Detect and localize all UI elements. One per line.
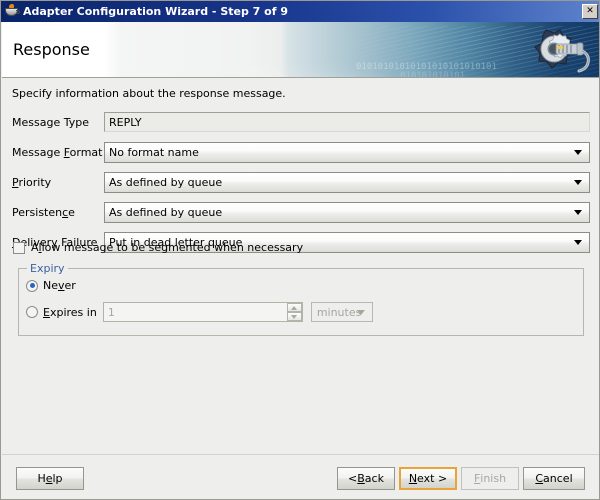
expiry-never-label: Never [43,279,76,292]
message-format-dropdown[interactable]: No format name [104,141,590,163]
banner-gradient [2,22,599,77]
back-button[interactable]: < Back [337,467,395,490]
message-type-value: REPLY [109,115,142,129]
adapter-configuration-wizard-dialog: Adapter Configuration Wizard - Step 7 of… [0,0,600,500]
expiry-unit-value: minutes [316,305,362,319]
chevron-down-icon [574,240,582,245]
triangle-up-icon [291,305,298,310]
dialog-button-bar: He lp < Back Next > Finish Cancel [2,454,599,499]
field-row-priority: Priority As defined by queue [12,171,590,193]
dialog-content: Specify information about the response m… [2,78,599,454]
next-button[interactable]: Next > [399,467,457,490]
expiry-unit-dropdown[interactable]: minutes [310,302,373,322]
expiry-expires-in-label[interactable]: Expires in [43,306,97,319]
chevron-down-icon [574,180,582,185]
wizard-banner: 01010101010101010101010101 010101010101 … [2,22,599,78]
expiry-duration-stepper[interactable]: 1 [102,302,303,322]
priority-dropdown[interactable]: As defined by queue [104,171,590,193]
persistence-value: As defined by queue [109,205,223,219]
label-message-type: Message Type [12,115,89,129]
window-title: Adapter Configuration Wizard - Step 7 of… [23,5,288,18]
close-icon[interactable]: ✕ [582,4,598,19]
triangle-down-icon [291,314,298,319]
field-row-persistence: Persistence As defined by queue [12,201,590,223]
expiry-duration-value: 1 [107,305,115,319]
cancel-button[interactable]: Cancel [523,467,585,490]
priority-value: As defined by queue [109,175,223,189]
field-row-message-format: Message Format No format name [12,141,590,163]
title-bar: Adapter Configuration Wizard - Step 7 of… [1,1,599,22]
radio-indicator-never [26,279,38,292]
expiry-expires-in-row: Expires in 1 minutes [26,302,373,322]
allow-segmentation-checkbox[interactable]: Allow message to be segmented when neces… [13,241,303,254]
gear-wrench-icon [534,29,590,73]
java-cup-icon [4,3,20,20]
checkbox-box [13,241,25,254]
intro-text: Specify information about the response m… [12,87,286,100]
expiry-never-radio[interactable]: Never [26,279,76,292]
expiry-legend: Expiry [27,262,68,275]
finish-button: Finish [461,467,519,490]
expiry-group-box: Expiry Never Expires in 1 minutes [18,262,584,336]
chevron-down-icon [574,210,582,215]
stepper-buttons [286,303,302,321]
help-button[interactable]: He lp [16,467,84,490]
message-format-value: No format name [109,145,199,159]
allow-segmentation-label: Allow message to be segmented when neces… [31,241,304,254]
stepper-up-button[interactable] [286,303,302,312]
message-type-input[interactable]: REPLY [104,112,590,132]
chevron-down-icon [356,310,365,315]
page-title: Response [13,40,90,59]
label-message-format: Message Format [12,145,103,159]
radio-indicator-expires-in[interactable] [26,306,38,318]
field-row-message-type: Message Type REPLY [12,111,590,133]
stepper-down-button[interactable] [286,312,302,321]
persistence-dropdown[interactable]: As defined by queue [104,201,590,223]
chevron-down-icon [574,150,582,155]
label-priority: Priority [12,175,52,189]
label-persistence: Persistence [12,205,75,219]
